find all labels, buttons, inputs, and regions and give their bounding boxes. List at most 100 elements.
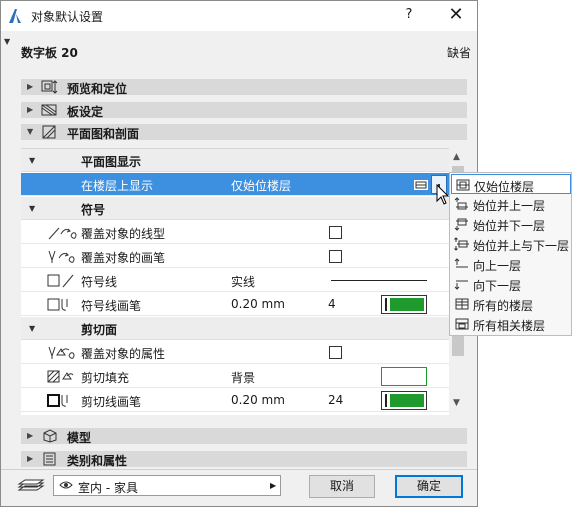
expand-arrow-icon[interactable]: ▶ [27,431,33,440]
symbol-line-pen-number: 4 [328,297,336,311]
cut-line-pen-icon [47,394,68,407]
device-name: 数字板 20 [21,46,78,60]
solid-line-sample [331,280,427,281]
override-attributes-label: 覆盖对象的属性 [81,347,166,361]
override-attributes-icon [48,346,75,359]
override-pen-icon [48,250,75,263]
group-cut-surfaces[interactable]: ▼ 剪切面 [21,317,449,340]
menu-item-label: 始位并上与下一层 [473,239,570,253]
show-on-stories-menu: 仅始位楼层 始位并上一层 始位并下一层 始位并上与下一层 向上一层 向下一层 所… [449,172,572,336]
group-label: 符号 [81,203,106,217]
group-label: 平面图显示 [81,155,142,169]
cut-fill-value: 背景 [231,371,256,385]
menu-item-label: 所有的楼层 [473,299,534,313]
expand-arrow-icon[interactable]: ▶ [27,82,33,91]
cut-fill-row[interactable]: 剪切填充 背景 [21,365,449,388]
layers-icon [17,479,45,491]
menu-item-home-and-one-up[interactable]: 始位并上一层 [451,194,571,214]
cut-line-pen-swatch[interactable] [381,391,427,410]
default-label: 缺省 [447,46,472,60]
window-title: 对象默认设置 [31,10,104,24]
section-label: 平面图和剖面 [67,127,140,141]
override-linetype-icon [48,227,77,240]
collapse-arrow-icon[interactable]: ▼ [29,156,35,165]
section-label: 预览和定位 [67,82,128,96]
menu-item-one-up[interactable]: 向上一层 [451,254,571,274]
footer-divider [1,469,477,470]
layer-name: 室内 - 家具 [78,481,138,495]
one-down-icon [454,280,468,290]
menu-item-all-relevant-stories[interactable]: 所有相关楼层 [451,314,571,334]
help-button[interactable]: ? [399,7,419,25]
section-slab-settings[interactable]: ▶ 板设定 [21,102,467,119]
eye-icon [59,481,73,489]
one-up-icon [454,258,468,268]
show-on-stories-value: 仅始位楼层 [231,179,292,193]
home-and-one-up-icon [454,197,468,210]
symbol-line-pen-weight: 0.20 mm [231,297,285,311]
layer-select[interactable]: 室内 - 家具 ▶ [53,475,281,496]
home-story-icon [414,180,428,190]
archicad-logo-icon [9,9,21,23]
override-pen-row[interactable]: 覆盖对象的画笔 [21,245,449,268]
menu-item-home-story-only[interactable]: 仅始位楼层 [451,174,571,194]
override-pen-label: 覆盖对象的画笔 [81,251,166,265]
group-label: 剪切面 [81,323,118,337]
group-floor-plan-display[interactable]: ▼ 平面图显示 [21,149,449,172]
home-and-one-down-icon [454,218,468,231]
close-button[interactable]: ✕ [445,5,467,27]
collapse-arrow-icon[interactable]: ▼ [27,127,33,136]
override-linetype-checkbox[interactable] [329,226,342,239]
menu-item-home-and-one-down[interactable]: 始位并下一层 [451,214,571,234]
expand-arrow-icon[interactable]: ▶ [27,454,33,463]
floor-plan-icon [42,125,56,139]
cut-line-pen-row[interactable]: 剪切线画笔 0.20 mm 24 [21,389,449,412]
override-attributes-row[interactable]: 覆盖对象的属性 [21,341,449,364]
override-attributes-checkbox[interactable] [329,346,342,359]
slab-icon [41,104,57,116]
section-floor-plan-and-section[interactable]: ▼ 平面图和剖面 [21,124,467,141]
ok-button[interactable]: 确定 [395,475,463,498]
scroll-down-icon[interactable]: ▼ [453,398,460,408]
scroll-up-icon[interactable]: ▲ [453,152,460,162]
collapse-arrow-icon[interactable]: ▼ [29,324,35,333]
section-label: 类别和属性 [67,454,128,468]
cut-fill-swatch[interactable] [381,367,427,386]
collapse-arrow-icon[interactable]: ▼ [29,204,35,213]
section-preview-positioning[interactable]: ▶ 预览和定位 [21,79,467,96]
section-model[interactable]: ▶ 模型 [21,428,467,445]
section-classification-properties[interactable]: ▶ 类别和属性 [21,451,467,468]
favorites-toggle-icon[interactable]: ▼ [4,37,10,46]
menu-item-home-one-up-and-down[interactable]: 始位并上与下一层 [451,234,571,254]
menu-item-all-stories[interactable]: 所有的楼层 [451,294,571,314]
menu-item-label: 向上一层 [473,259,522,273]
show-on-stories-label: 在楼层上显示 [81,179,154,193]
symbol-line-pen-swatch[interactable] [381,295,427,314]
classification-icon [43,452,56,466]
override-linetype-label: 覆盖对象的线型 [81,227,166,241]
symbol-line-pen-icon [47,298,68,311]
object-default-settings-dialog: 对象默认设置 ? ✕ ▼ 数字板 20 缺省 ▶ 预览和定位 ▶ 板设定 ▼ 平… [0,0,478,507]
cut-line-pen-weight: 0.20 mm [231,393,285,407]
menu-item-label: 仅始位楼层 [474,180,535,194]
expand-arrow-icon[interactable]: ▶ [27,105,33,114]
floor-plan-settings-panel: ▼ 平面图显示 在楼层上显示 仅始位楼层 ▼ 符号 覆盖对象的线型 覆盖对象的画… [21,148,449,415]
group-symbol[interactable]: ▼ 符号 [21,197,449,220]
home-story-only-icon [456,179,470,191]
symbol-lines-value: 实线 [231,275,256,289]
show-on-stories-row[interactable]: 在楼层上显示 仅始位楼层 [21,173,449,196]
menu-item-label: 始位并上一层 [473,199,546,213]
section-label: 模型 [67,431,92,445]
model-cube-icon [43,429,57,443]
override-linetype-row[interactable]: 覆盖对象的线型 [21,221,449,244]
symbol-lines-row[interactable]: 符号线 实线 [21,269,449,292]
cut-line-pen-number: 24 [328,393,344,407]
section-label: 板设定 [67,105,104,119]
symbol-line-pen-label: 符号线画笔 [81,299,142,313]
cancel-button[interactable]: 取消 [309,475,375,498]
symbol-line-pen-row[interactable]: 符号线画笔 0.20 mm 4 [21,293,449,316]
home-one-up-and-down-icon [454,237,469,251]
chevron-right-icon: ▶ [270,481,277,490]
menu-item-one-down[interactable]: 向下一层 [451,274,571,294]
override-pen-checkbox[interactable] [329,250,342,263]
